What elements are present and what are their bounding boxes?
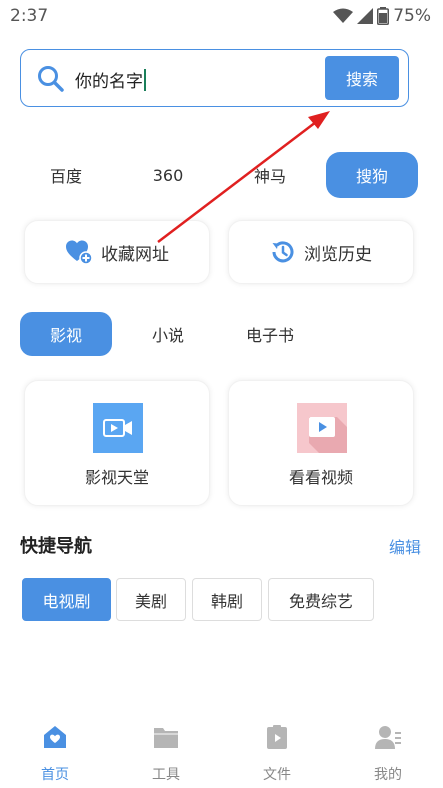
watch-video-card[interactable]: 看看视频: [228, 380, 414, 506]
category-tabs: 影视 小说 电子书: [0, 312, 443, 358]
history-button[interactable]: 浏览历史: [228, 220, 414, 284]
video-play-icon: [297, 403, 347, 453]
nav-files[interactable]: 文件: [237, 718, 317, 788]
chip-us-series[interactable]: 美剧: [116, 578, 186, 621]
shortcut-nav-title: 快捷导航: [20, 536, 92, 557]
file-play-icon: [267, 725, 287, 749]
engine-tab-sogou[interactable]: 搜狗: [326, 152, 418, 198]
battery-percent: 75%: [393, 6, 431, 26]
favorites-button[interactable]: 收藏网址: [24, 220, 210, 284]
engine-tab-360[interactable]: 360: [132, 152, 204, 198]
search-input-value: 你的名字: [75, 72, 143, 92]
nav-files-label: 文件: [263, 767, 291, 783]
nav-home-label: 首页: [41, 767, 69, 783]
signal-icon: [357, 8, 374, 24]
nav-tools[interactable]: 工具: [126, 718, 206, 788]
watch-video-label: 看看视频: [288, 468, 353, 487]
chip-korean-series[interactable]: 韩剧: [192, 578, 262, 621]
chip-free-variety[interactable]: 免费综艺: [268, 578, 374, 621]
search-bar: 你的名字 搜索: [20, 49, 409, 107]
tab-ebook[interactable]: 电子书: [230, 312, 310, 356]
video-heaven-card[interactable]: 影视天堂: [24, 380, 210, 506]
user-icon: [375, 726, 401, 749]
tab-novel[interactable]: 小说: [130, 312, 206, 356]
nav-mine[interactable]: 我的: [348, 718, 428, 788]
engine-tab-shenma[interactable]: 神马: [234, 152, 306, 198]
wifi-icon: [333, 8, 354, 23]
video-heaven-label: 影视天堂: [84, 468, 149, 487]
nav-mine-label: 我的: [374, 767, 402, 783]
search-button[interactable]: 搜索: [325, 56, 399, 100]
status-bar: 2:37 75%: [0, 0, 443, 32]
edit-button[interactable]: 编辑: [389, 534, 421, 558]
text-caret: [144, 68, 146, 91]
nav-home[interactable]: 首页: [15, 718, 95, 788]
bottom-nav: 首页 工具 文件 我的: [0, 718, 443, 788]
status-time: 2:37: [10, 6, 49, 26]
engine-tab-baidu[interactable]: 百度: [30, 152, 102, 198]
video-camera-icon: [93, 403, 143, 453]
folder-icon: [154, 728, 178, 748]
favorites-label: 收藏网址: [101, 244, 169, 265]
battery-icon: [377, 7, 390, 25]
tab-video[interactable]: 影视: [20, 312, 112, 356]
home-icon: [44, 726, 66, 748]
nav-tools-label: 工具: [152, 767, 180, 783]
history-label: 浏览历史: [304, 244, 372, 265]
search-engine-tabs: 百度 360 神马 搜狗: [0, 152, 443, 198]
chip-tv-series[interactable]: 电视剧: [22, 578, 111, 621]
search-input[interactable]: 你的名字: [75, 67, 146, 92]
heart-add-icon: [66, 240, 93, 265]
search-icon: [38, 66, 64, 92]
status-icons: 75%: [333, 6, 431, 26]
history-icon: [272, 241, 294, 263]
